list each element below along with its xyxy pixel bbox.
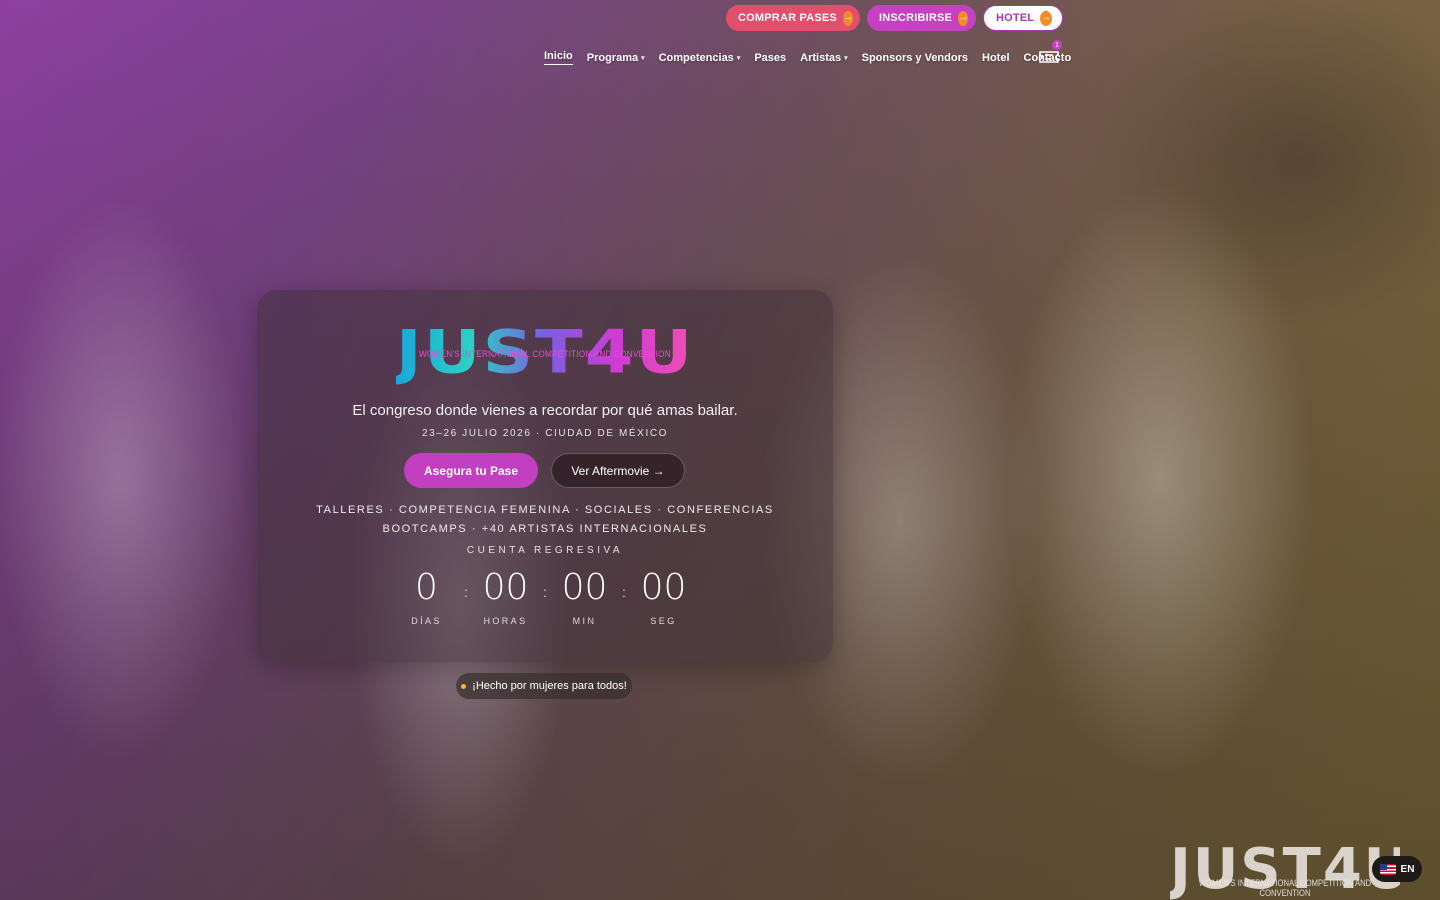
register-label: INSCRIBIRSE: [879, 12, 953, 24]
video-watermark-logo: JUST4U WOMEN'S INTERNATIONAL COMPETITION…: [1170, 838, 1400, 900]
countdown-days: 0 DÍAS: [397, 566, 457, 626]
buy-passes-button[interactable]: COMPRAR PASES →: [726, 5, 860, 31]
cart-count-badge: 1: [1052, 40, 1062, 50]
nav-label: Sponsors y Vendors: [861, 51, 968, 64]
countdown-seconds: 00 SEG: [634, 566, 694, 626]
aftermovie-button[interactable]: Ver Aftermovie →: [551, 453, 685, 488]
nav-label: Artistas: [800, 51, 842, 64]
countdown-value: 00: [482, 567, 529, 608]
features-line: BOOTCAMPS · +40 ARTISTAS INTERNACIONALES: [382, 523, 708, 535]
nav-item-inicio[interactable]: Inicio: [544, 50, 573, 65]
countdown-unit-label: DÍAS: [411, 616, 442, 626]
secure-pass-button[interactable]: Asegura tu Pase: [404, 453, 538, 488]
arrow-right-icon: →: [1040, 10, 1052, 26]
countdown-unit-label: SEG: [650, 616, 677, 626]
nav-label: Pases: [754, 51, 787, 64]
nav-item-programa[interactable]: Programa ▾: [587, 52, 645, 64]
logo-subtitle: WOMEN'S INTERNATIONAL COMPETITION AND CO…: [419, 349, 671, 359]
hotel-label: HOTEL: [996, 12, 1035, 24]
countdown-minutes: 00 MIN: [555, 566, 615, 626]
top-actions: COMPRAR PASES → INSCRIBIRSE → HOTEL →: [726, 5, 1063, 31]
language-code: EN: [1400, 863, 1415, 875]
nav-item-hotel[interactable]: Hotel: [982, 52, 1010, 64]
nav-item-sponsors[interactable]: Sponsors y Vendors: [862, 52, 968, 64]
arrow-right-icon: →: [958, 10, 969, 26]
event-logo: JUST4U WOMEN'S INTERNATIONAL COMPETITION…: [257, 312, 833, 392]
countdown-unit-label: HORAS: [483, 616, 528, 626]
nav-item-pases[interactable]: Pases: [754, 52, 786, 64]
countdown: 0 DÍAS : 00 HORAS : 00 MIN : 00 SEG: [257, 566, 833, 626]
hotel-button[interactable]: HOTEL →: [983, 5, 1063, 31]
countdown-unit-label: MIN: [572, 616, 597, 626]
nav-label: Programa: [586, 51, 639, 64]
countdown-separator: :: [622, 584, 626, 600]
ticket-icon: [1039, 51, 1059, 63]
main-nav: Inicio Programa ▾ Competencias ▾ Pases Art…: [544, 50, 1085, 65]
arrow-right-icon: →: [842, 10, 854, 26]
countdown-value: 00: [561, 567, 608, 608]
nav-item-competencias[interactable]: Competencias ▾: [659, 52, 741, 64]
countdown-separator: :: [543, 584, 547, 600]
countdown-separator: :: [464, 584, 468, 600]
buy-passes-label: COMPRAR PASES: [738, 12, 837, 24]
countdown-hours: 00 HORAS: [476, 566, 536, 626]
language-switcher[interactable]: EN: [1372, 856, 1422, 882]
made-by-badge: ¡Hecho por mujeres para todos!: [456, 673, 632, 699]
us-flag-icon: [1379, 863, 1396, 875]
countdown-value: 0: [415, 567, 438, 608]
register-button[interactable]: INSCRIBIRSE →: [867, 5, 976, 31]
chevron-down-icon: ▾: [844, 54, 848, 62]
made-by-text: ¡Hecho por mujeres para todos!: [472, 680, 627, 692]
event-features: TALLERES · COMPETENCIA FEMENINA · SOCIAL…: [257, 501, 833, 539]
chevron-down-icon: ▾: [641, 54, 645, 62]
event-dates: 23–26 JULIO 2026 · CIUDAD DE MÉXICO: [421, 428, 669, 439]
chevron-down-icon: ▾: [736, 54, 741, 62]
watermark-subtitle: WOMEN'S INTERNATIONAL COMPETITION AND CO…: [1198, 878, 1372, 898]
nav-label: Competencias: [658, 51, 734, 64]
nav-item-artistas[interactable]: Artistas ▾: [800, 52, 847, 64]
countdown-label: CUENTA REGRESIVA: [466, 545, 624, 556]
dot-icon: [461, 683, 467, 689]
countdown-value: 00: [640, 567, 687, 608]
nav-label: Inicio: [544, 50, 573, 62]
nav-label: Hotel: [982, 51, 1010, 64]
hero-card: JUST4U WOMEN'S INTERNATIONAL COMPETITION…: [257, 290, 833, 662]
hero-tagline: El congreso donde vienes a recordar por …: [352, 402, 738, 419]
features-line: TALLERES · COMPETENCIA FEMENINA · SOCIAL…: [316, 504, 774, 516]
cart-ticket-icon[interactable]: 1: [1038, 40, 1062, 66]
